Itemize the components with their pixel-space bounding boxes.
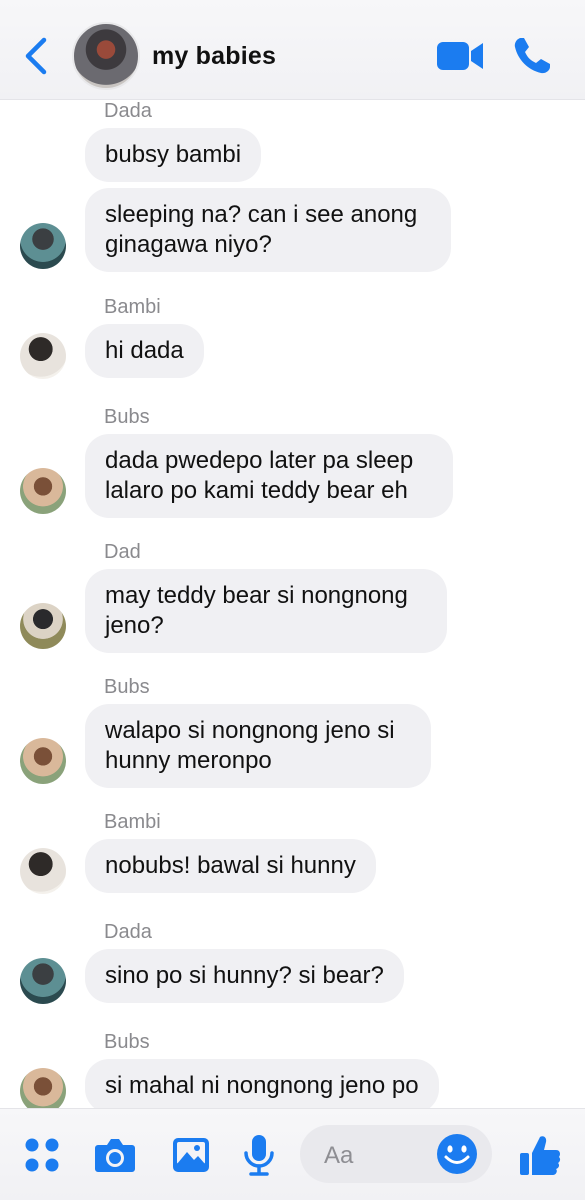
- microphone-icon[interactable]: [238, 1133, 280, 1177]
- camera-icon[interactable]: [94, 1133, 136, 1177]
- avatar[interactable]: [20, 468, 66, 514]
- avatar[interactable]: [20, 603, 66, 649]
- sender-name: Bambi: [104, 811, 161, 833]
- conversation-title[interactable]: my babies: [152, 42, 276, 71]
- sender-name: Bubs: [104, 1031, 150, 1053]
- phone-icon[interactable]: [512, 36, 552, 76]
- avatar[interactable]: [20, 1068, 66, 1108]
- message-input-placeholder: Aa: [324, 1142, 354, 1169]
- emoji-icon[interactable]: [436, 1133, 478, 1175]
- message-input[interactable]: Aa: [300, 1125, 492, 1183]
- message-bubble[interactable]: walapo si nongnong jeno si hunny meronpo: [85, 704, 431, 788]
- avatar[interactable]: [20, 223, 66, 269]
- message-bubble[interactable]: si mahal ni nongnong jeno po: [85, 1059, 439, 1108]
- avatar[interactable]: [20, 958, 66, 1004]
- composer-bar: Aa: [0, 1108, 585, 1200]
- message-bubble[interactable]: may teddy bear si nongnong jeno?: [85, 569, 447, 653]
- apps-grid-icon[interactable]: [22, 1133, 64, 1177]
- photo-icon[interactable]: [170, 1133, 212, 1177]
- sender-name: Dad: [104, 541, 141, 563]
- avatar[interactable]: [20, 738, 66, 784]
- avatar[interactable]: [20, 848, 66, 894]
- message-bubble[interactable]: nobubs! bawal si hunny: [85, 839, 376, 893]
- avatar[interactable]: [20, 333, 66, 379]
- sender-name: Dada: [104, 100, 152, 122]
- sender-name: Bambi: [104, 296, 161, 318]
- sender-name: Dada: [104, 921, 152, 943]
- message-list[interactable]: Dada bubsy bambi sleeping na? can i see …: [0, 100, 585, 1108]
- thumbs-up-icon[interactable]: [518, 1133, 562, 1179]
- back-arrow-icon[interactable]: [22, 36, 52, 76]
- message-bubble[interactable]: sino po si hunny? si bear?: [85, 949, 404, 1003]
- sender-name: Bubs: [104, 406, 150, 428]
- chat-header: my babies: [0, 0, 585, 100]
- message-bubble[interactable]: bubsy bambi: [85, 128, 262, 182]
- sender-name: Bubs: [104, 676, 150, 698]
- message-bubble[interactable]: hi dada: [85, 324, 204, 378]
- video-camera-icon[interactable]: [436, 38, 484, 74]
- group-avatar[interactable]: [72, 22, 140, 90]
- message-bubble[interactable]: sleeping na? can i see anong ginagawa ni…: [85, 188, 451, 272]
- message-bubble[interactable]: dada pwedepo later pa sleep lalaro po ka…: [85, 434, 453, 518]
